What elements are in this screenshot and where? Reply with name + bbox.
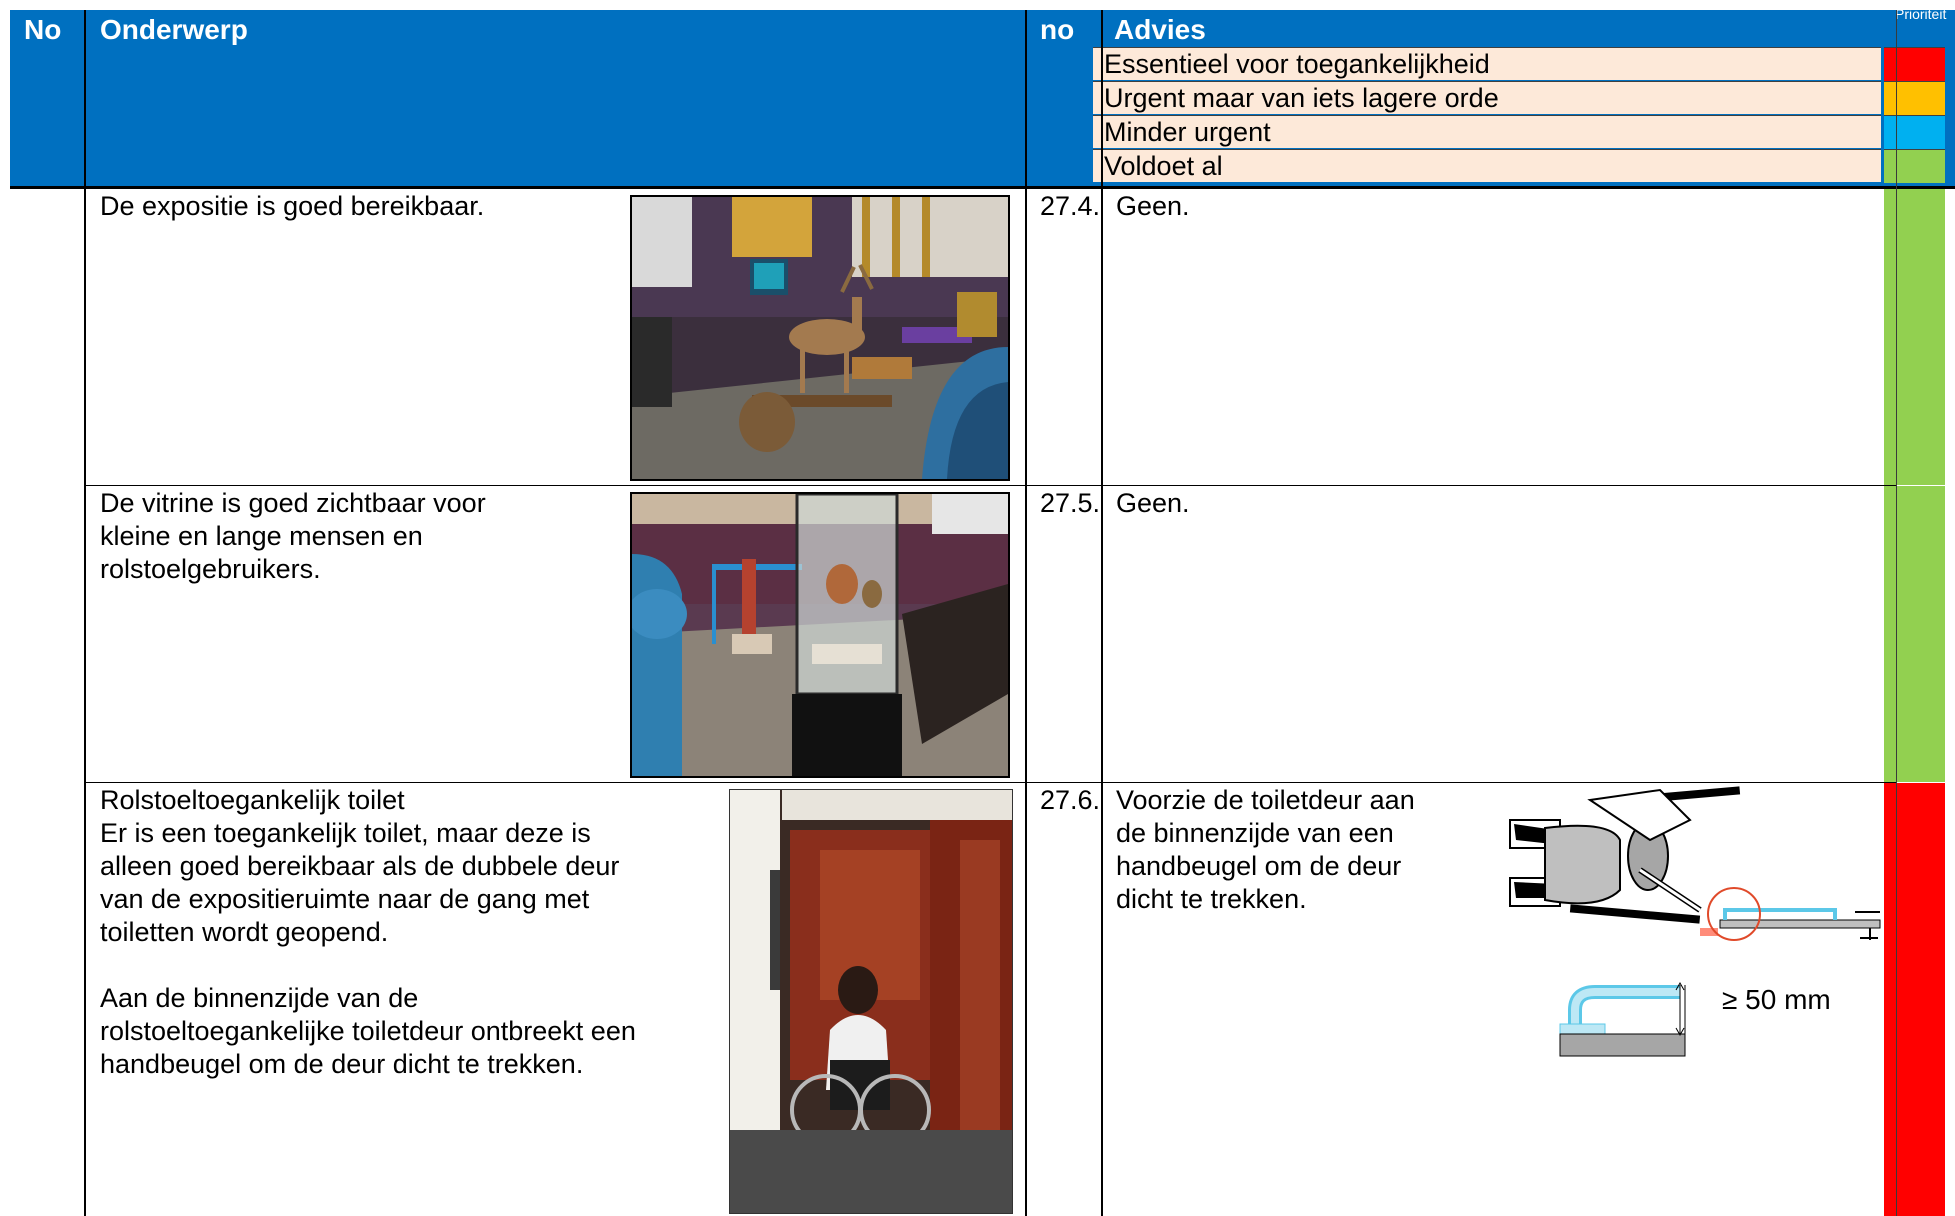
grid-line: [84, 10, 86, 1216]
legend-item-minder-urgent: Minder urgent: [1093, 115, 1881, 148]
header-advies: Advies: [1114, 14, 1206, 45]
grid-line: [1896, 10, 1897, 1216]
row-2-advies: Geen.: [1116, 488, 1190, 518]
header-onderwerp: Onderwerp: [100, 14, 248, 45]
row-2-onderwerp: De vitrine is goed zichtbaar voor kleine…: [100, 488, 486, 584]
priority-bar-row-1: [1884, 189, 1945, 485]
row-divider: [84, 485, 1896, 486]
row-3-onderwerp: Rolstoeltoegankelijk toilet Er is een to…: [100, 785, 636, 1079]
header-prioriteit: Prioriteit: [1895, 6, 1947, 22]
grid-line: [1101, 10, 1103, 1216]
diagram-label: ≥ 50 mm: [1722, 984, 1831, 1015]
door-handle-diagram: ≥ 50 mm: [1500, 780, 1890, 1060]
display-case-photo: [630, 492, 1010, 778]
header-no: No: [24, 14, 62, 45]
legend-swatch-blue: [1884, 115, 1945, 149]
row-2-number: 27.5.: [1040, 488, 1101, 518]
legend-swatch-orange: [1884, 81, 1945, 115]
toilet-photo: [729, 789, 1013, 1214]
museum-hall-photo: [630, 195, 1010, 481]
legend-item-essentieel: Essentieel voor toegankelijkheid: [1093, 47, 1881, 80]
legend-item-voldoet: Voldoet al: [1093, 149, 1881, 182]
header-no-right: no: [1040, 14, 1075, 45]
priority-bar-row-3: [1884, 783, 1945, 1216]
legend-swatch-green: [1884, 149, 1945, 183]
grid-line: [1025, 10, 1027, 1216]
legend-swatch-red: [1884, 47, 1945, 81]
row-1-number: 27.4.: [1040, 191, 1101, 221]
header-divider: [10, 186, 1955, 189]
row-3-number: 27.6.: [1040, 785, 1101, 815]
legend-item-urgent: Urgent maar van iets lagere orde: [1093, 81, 1881, 114]
priority-bar-row-2: [1884, 486, 1945, 782]
row-3-advies: Voorzie de toiletdeur aan de binnenzijde…: [1116, 785, 1415, 914]
row-1-advies: Geen.: [1116, 191, 1190, 221]
row-1-onderwerp: De expositie is goed bereikbaar.: [100, 191, 485, 221]
